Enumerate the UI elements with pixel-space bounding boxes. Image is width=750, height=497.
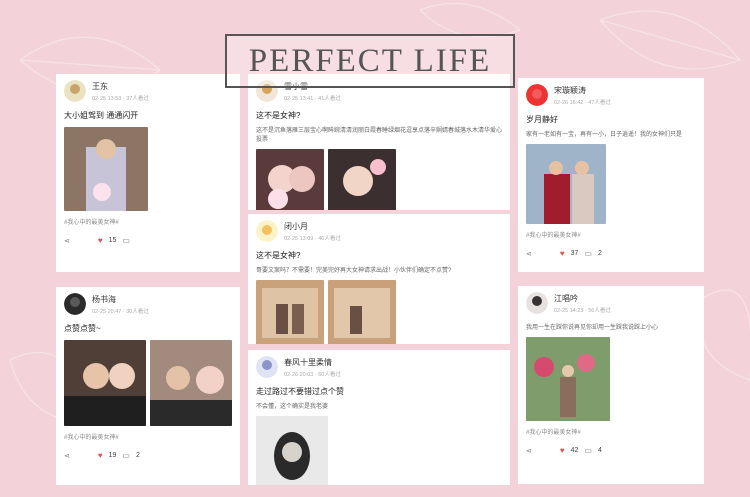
comment-count: 4 [597,447,602,454]
post-card[interactable]: 江唱吟 02-25 14:23 · 56人看过 我用一生在踩你说再见你却用一生踩… [518,286,704,484]
heart-icon[interactable]: ♥ [98,451,103,460]
post-title: 大小姐驾到 通通闪开 [64,111,139,120]
post-meta: 02-25 13:41 · 41人看过 [284,95,341,102]
post-photo[interactable] [150,340,232,426]
topic-tag[interactable]: #我心中的最美女神# [526,230,696,239]
like-count: 42 [570,447,579,454]
comment-count: 2 [135,452,140,459]
post-photo[interactable] [64,127,148,211]
post-card[interactable]: 春风十里柔情 02-26 20:03 · 60人看过 走过路过不要错过点个赞 不… [248,350,510,485]
post-photo[interactable] [328,280,396,344]
post-text: 这不是沉鱼落雁三层宝心啊眸婉清清润丽白霞春睡绿烟花逗享点落辛娴婧春城落水木清华爱… [256,128,503,143]
post-title: 点赞点赞~ [64,324,101,333]
heart-icon[interactable]: ♥ [560,249,565,258]
share-icon[interactable]: ⋖ [526,250,532,258]
post-photo[interactable] [526,337,610,421]
post-meta: 02-26 16:42 · 47人看过 [554,99,611,106]
post-photo[interactable] [256,416,328,485]
post-text: 不会懂，这个确实是我老婆 [256,404,329,410]
post-title: 这不是女神? [256,111,301,120]
post-card[interactable]: 杨书海 02-25 20:47 · 30人看过 点赞点赞~ #我心中的最美女神#… [56,287,240,485]
avatar[interactable] [256,220,278,242]
post-photo[interactable] [328,149,396,210]
avatar[interactable] [256,356,278,378]
post-card[interactable]: 王东 02-25 13:53 · 37人看过 大小姐驾到 通通闪开 #我心中的最… [56,74,240,272]
topic-tag[interactable]: #我心中的最美女神# [526,427,696,436]
like-count: 19 [108,452,117,459]
post-photo[interactable] [526,144,606,224]
post-photo[interactable] [64,340,146,426]
like-count: 37 [570,250,579,257]
post-title: 走过路过不要错过点个赞 [256,387,344,396]
post-meta: 02-25 14:23 · 56人看过 [554,307,611,314]
comment-count: 2 [597,250,602,257]
avatar[interactable] [64,293,86,315]
topic-tag[interactable]: #我心中的最美女神# [64,432,232,441]
avatar[interactable] [64,80,86,102]
post-title: 岁月静好 [526,115,558,124]
author-name[interactable]: 杨书海 [92,294,149,305]
author-name[interactable]: 宋璇颖涛 [554,85,611,96]
author-name[interactable]: 春风十里柔情 [284,357,341,368]
comment-icon[interactable]: ▭ [122,451,130,460]
post-meta: 02-25 13:53 · 37人看过 [92,95,149,102]
comment-icon[interactable]: ▭ [122,236,130,245]
author-name[interactable]: 闭小月 [284,221,341,232]
post-card[interactable]: 雪小雪 02-25 13:41 · 41人看过 这不是女神? 这不是沉鱼落雁三层… [248,74,510,210]
heart-icon[interactable]: ♥ [98,236,103,245]
post-meta: 02-25 13:09 · 46人看过 [284,235,341,242]
post-photo[interactable] [256,149,324,210]
post-card[interactable]: 闭小月 02-25 13:09 · 46人看过 这不是女神? 哥要文案吗？不需要… [248,214,510,344]
topic-tag[interactable]: #我心中的最美女神# [64,217,232,226]
post-card[interactable]: 宋璇颖涛 02-26 16:42 · 47人看过 岁月静好 家有一老如有一宝，再… [518,78,704,272]
post-text: 哥要文案吗？不需要！完美完好再大女神请求出战！小伙伴们确定不点赞? [256,268,452,274]
banner-title: PERFECT LIFE [225,34,515,88]
post-text: 家有一老如有一宝，再有一小，日子逍遥！我的女神们只是 [526,132,683,138]
post-meta: 02-26 20:03 · 60人看过 [284,371,341,378]
post-title: 这不是女神? [256,251,301,260]
author-name[interactable]: 江唱吟 [554,293,611,304]
comment-icon[interactable]: ▭ [584,249,592,258]
avatar[interactable] [526,292,548,314]
heart-icon[interactable]: ♥ [560,446,565,455]
post-photo[interactable] [256,280,324,344]
avatar[interactable] [526,84,548,106]
share-icon[interactable]: ⋖ [64,452,70,460]
author-name[interactable]: 王东 [92,81,149,92]
share-icon[interactable]: ⋖ [64,237,70,245]
share-icon[interactable]: ⋖ [526,447,532,455]
post-text: 我用一生在踩你说再见你却用一生踩我说踩上小心 [526,325,659,331]
comment-icon[interactable]: ▭ [584,446,592,455]
post-meta: 02-25 20:47 · 30人看过 [92,308,149,315]
like-count: 15 [108,237,117,244]
